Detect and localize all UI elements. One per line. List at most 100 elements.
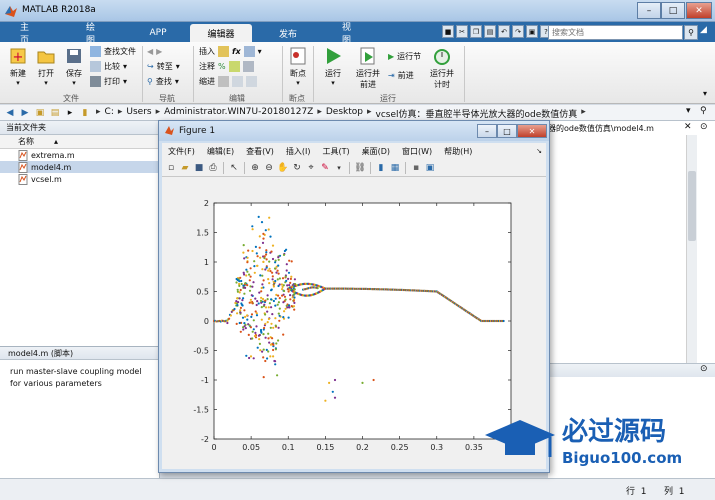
tab-publish[interactable]: 发布 [266,24,310,42]
search-icon[interactable]: ⚲ [684,25,698,40]
pan-icon[interactable]: ✋ [277,162,289,174]
tab-home[interactable]: 主页 [8,23,48,46]
data-cursor-icon[interactable]: ⌖ [305,162,317,174]
insert-legend-icon[interactable]: ▦ [389,162,401,174]
watermark-url: Biguo100.com [562,449,682,467]
menu-file[interactable]: 文件(F) [162,146,201,157]
editor-options-icon[interactable]: ⊙ [700,122,708,132]
run-section-button[interactable]: ▶ 运行节 [388,50,421,63]
comment-button[interactable]: 注释% [199,60,262,73]
command-window-options-icon[interactable]: ⊙ [700,364,708,374]
indent-button[interactable]: 缩进 [199,75,262,88]
data-point [252,328,255,331]
notification-icon[interactable]: ◢ [700,25,712,40]
edit-plot-icon[interactable]: ↖ [228,162,240,174]
brush-dropdown-icon[interactable]: ▾ [333,162,345,174]
print-figure-icon[interactable]: ⎙ [207,162,219,174]
figure-minimize-button[interactable]: – [477,124,497,138]
root-arrow-icon[interactable]: ▸ [64,107,76,119]
run-and-advance-button[interactable]: 运行并 前进 [356,46,380,90]
tab-apps[interactable]: APP [138,24,178,42]
insert-colorbar-icon[interactable]: ▮ [375,162,387,174]
cut-quick-icon[interactable]: ✂ [456,25,468,38]
address-search-icon[interactable]: ⚲ [700,106,707,116]
editor-scrollbar[interactable] [686,135,697,363]
goto-button[interactable]: ↪ 转至 ▾ [147,60,180,73]
menu-insert[interactable]: 插入(I) [280,146,317,157]
switch-window-icon[interactable]: ▣ [526,25,538,38]
data-point [251,249,254,253]
close-button[interactable]: ✕ [686,2,712,19]
data-point [267,228,270,231]
tab-plots[interactable]: 绘图 [74,23,114,46]
menu-view[interactable]: 查看(V) [240,146,280,157]
comment-extra-icon[interactable] [242,61,254,72]
zoom-out-icon[interactable]: ⊖ [263,162,275,174]
save-quick-icon[interactable]: ■ [442,25,454,38]
open-file-icon[interactable]: ▰ [179,162,191,174]
search-docs-input[interactable] [548,25,683,40]
insert-button[interactable]: 插入 fx ▾ [199,45,262,58]
tab-editor[interactable]: 编辑器 [190,24,252,42]
editor-scroll-thumb[interactable] [688,171,696,241]
indent-right-icon[interactable] [246,76,257,87]
find-button[interactable]: ⚲ 查找 ▾ [147,75,180,88]
menu-desktop[interactable]: 桌面(D) [356,146,396,157]
zoom-in-icon[interactable]: ⊕ [249,162,261,174]
collapse-ribbon-icon[interactable]: ▾ [703,89,707,98]
insert-more-icon[interactable] [243,46,255,57]
address-dropdown-icon[interactable]: ▾ [686,106,691,116]
rotate-3d-icon[interactable]: ↻ [291,162,303,174]
figure-maximize-button[interactable]: □ [497,124,517,138]
undo-quick-icon[interactable]: ↶ [498,25,510,38]
brush-icon[interactable]: ✎ [319,162,331,174]
menu-help[interactable]: 帮助(H) [438,146,478,157]
advance-button[interactable]: ⇥ 前进 [388,69,421,82]
back-icon[interactable]: ◀ [4,107,16,119]
forward-icon[interactable]: ▶ [19,107,31,119]
file-item-model4[interactable]: model4.m [0,161,159,173]
save-button[interactable]: 保存 ▾ [64,46,84,87]
editor-close-icon[interactable]: ✕ [684,122,692,132]
file-item-extrema[interactable]: extrema.m [0,149,159,161]
name-column-header[interactable]: 名称 [18,136,34,147]
tab-view[interactable]: 视图 [330,23,370,46]
find-files-button[interactable]: 查找文件 [90,45,136,58]
figure-title-bar[interactable]: Figure 1 – □ ✕ [159,121,549,141]
save-figure-icon[interactable]: ■ [193,162,205,174]
file-item-vcsel[interactable]: vcsel.m [0,173,159,185]
up-folder-icon[interactable]: ▣ [34,107,46,119]
compare-button[interactable]: 比较 ▾ [90,60,136,73]
indent-left-icon[interactable] [232,76,243,87]
print-button[interactable]: 打印 ▾ [90,75,136,88]
menu-dock-icon[interactable]: ↘ [536,147,546,155]
menu-window[interactable]: 窗口(W) [396,146,438,157]
crumb-drive[interactable]: C: [105,107,114,120]
redo-quick-icon[interactable]: ↷ [512,25,524,38]
nav-back-forward[interactable]: ◀ ▶ [147,45,180,58]
figure-close-button[interactable]: ✕ [517,124,547,138]
run-button[interactable]: 运行 ▾ [323,46,343,87]
maximize-button[interactable]: □ [661,2,685,19]
menu-edit[interactable]: 编辑(E) [201,146,240,157]
crumb-user[interactable]: Administrator.WIN7U-20180127Z [164,107,313,120]
hide-plot-tools-icon[interactable]: ▪ [410,162,422,174]
open-button[interactable]: 打开 ▾ [36,46,56,87]
breakpoints-button[interactable]: 断点 ▾ [288,46,308,87]
comment-more-icon[interactable] [228,61,240,72]
copy-quick-icon[interactable]: ❐ [470,25,482,38]
crumb-project[interactable]: vcsel仿真：垂直腔半导体光放大器的ode数值仿真 [376,107,578,120]
new-figure-icon[interactable]: ▫ [165,162,177,174]
menu-tools[interactable]: 工具(T) [316,146,355,157]
browse-folder-icon[interactable]: ▤ [49,107,61,119]
crumb-users[interactable]: Users [126,107,151,120]
fx-icon[interactable]: fx [232,47,241,56]
run-and-time-button[interactable]: 运行并 计时 [430,46,454,90]
sort-asc-icon[interactable]: ▴ [54,137,58,146]
minimize-button[interactable]: – [637,2,661,19]
new-button[interactable]: + 新建 ▾ [8,46,28,87]
crumb-desktop[interactable]: Desktop [326,107,363,120]
paste-quick-icon[interactable]: ▤ [484,25,496,38]
link-plot-icon[interactable]: ⛓ [354,162,366,174]
show-plot-tools-icon[interactable]: ▣ [424,162,436,174]
